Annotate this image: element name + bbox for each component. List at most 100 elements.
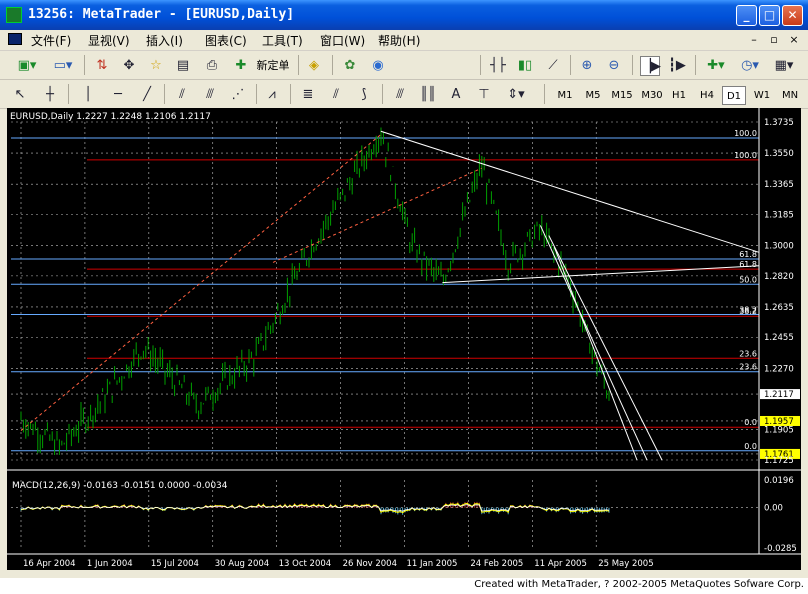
toolbar-separator xyxy=(480,55,481,75)
macd-tick-label: 0.0196 xyxy=(764,476,794,486)
periods-clock-icon[interactable]: ◷▾ xyxy=(736,56,764,76)
bar-chart-icon[interactable]: ┤├ xyxy=(488,56,508,76)
standard-toolbar: ▣▾ ▭▾ ⇅ ✥ ☆ ▤ ⎙ ✚ 新定单 ◈ ✿ ◉ ┤├ ▮▯ ⟋ ⊕ ⊖ … xyxy=(0,51,808,80)
horizontal-line-icon[interactable]: ─ xyxy=(108,85,128,105)
price-tick-label: 1.1905 xyxy=(764,426,794,436)
date-tick-label: 15 Jul 2004 xyxy=(151,559,199,569)
chart-shift-icon[interactable]: ┇▶ xyxy=(667,56,687,76)
new-order-icon[interactable]: ✚ xyxy=(231,56,251,76)
trendline-icon[interactable]: ╱ xyxy=(137,85,157,105)
fibo-retracement-icon[interactable]: ≣ xyxy=(298,85,318,105)
timeframe-w1[interactable]: W1 xyxy=(750,86,774,105)
macd-header: MACD(12,26,9) -0.0163 -0.0151 0.0000 -0.… xyxy=(12,481,228,491)
chart-header: EURUSD,Daily 1.2227 1.2248 1.2106 1.2117 xyxy=(10,112,211,122)
metatrader-app-icon[interactable] xyxy=(6,7,22,23)
menu-chart[interactable]: 图表(C) xyxy=(205,32,247,49)
menu-view[interactable]: 显视(V) xyxy=(88,32,130,49)
timeframe-h1[interactable]: H1 xyxy=(666,86,692,105)
toolbar-separator xyxy=(68,84,69,104)
minimize-button[interactable]: _ xyxy=(736,5,757,26)
andrews-pitchfork-icon[interactable]: ⫻ xyxy=(390,85,410,105)
menu-tools[interactable]: 工具(T) xyxy=(262,32,303,49)
trendline xyxy=(553,247,638,461)
date-tick-label: 30 Aug 2004 xyxy=(215,559,269,569)
menu-insert[interactable]: 插入(I) xyxy=(146,32,183,49)
date-tick-label: 11 Jan 2005 xyxy=(406,559,457,569)
toolbar-separator xyxy=(164,84,165,104)
new-order-button[interactable]: 新定单 xyxy=(253,56,293,76)
zoom-in-icon[interactable]: ⊕ xyxy=(577,56,597,76)
vertical-line-icon[interactable]: │ xyxy=(80,85,96,105)
toolbar-separator xyxy=(290,84,291,104)
arrows-icon[interactable]: ⇕▾ xyxy=(502,85,530,105)
channel-icon[interactable]: ⫽ xyxy=(172,85,192,105)
zoom-out-icon[interactable]: ⊖ xyxy=(604,56,624,76)
favorites-star-icon[interactable]: ☆ xyxy=(146,56,166,76)
navigator-crosshair-icon[interactable]: ✥ xyxy=(119,56,139,76)
price-tick-label: 1.2455 xyxy=(764,333,794,343)
date-tick-label: 16 Apr 2004 xyxy=(23,559,76,569)
price-chart[interactable]: 100.061.838.223.60.0100.061.850.038.223.… xyxy=(7,108,801,570)
timeframe-m5[interactable]: M5 xyxy=(580,86,606,105)
strategy-tester-icon[interactable]: ⎙ xyxy=(202,56,222,76)
market-watch-icon[interactable]: ⇅ xyxy=(92,56,112,76)
maximize-button[interactable]: □ xyxy=(759,5,780,26)
mdi-restore-button[interactable]: ▫ xyxy=(766,32,782,47)
status-bar: Created with MetaTrader, ? 2002-2005 Met… xyxy=(0,578,808,594)
line-studies-toolbar: ↖ ┼ │ ─ ╱ ⫽ ⫻ ⋰ ⩘ ≣ ⫽ ⟆ ⫻ ║║ A ⊤ ⇕▾ M1 M… xyxy=(0,80,808,109)
timeframe-m15[interactable]: M15 xyxy=(608,86,636,105)
date-tick-label: 11 Apr 2005 xyxy=(534,559,587,569)
terminal-icon[interactable]: ▤ xyxy=(173,56,193,76)
timeframe-m1[interactable]: M1 xyxy=(552,86,578,105)
menu-window[interactable]: 窗口(W) xyxy=(320,32,365,49)
text-tool-button[interactable]: A xyxy=(446,85,466,105)
price-tick-label: 1.3000 xyxy=(764,242,794,252)
price-tick-label: 1.3185 xyxy=(764,210,794,220)
mdi-minimize-button[interactable]: – xyxy=(746,32,762,47)
mdi-close-button[interactable]: × xyxy=(786,32,802,47)
fibo-level-label: 0.0 xyxy=(744,418,757,427)
line-chart-icon[interactable]: ⟋ xyxy=(543,56,563,76)
trendline xyxy=(539,225,648,461)
fibo-level-label: 38.2 xyxy=(739,306,757,315)
fibo-fan-icon[interactable]: ⫽ xyxy=(326,85,346,105)
candlestick-chart-icon[interactable]: ▮▯ xyxy=(515,56,535,76)
toolbar-separator xyxy=(84,55,85,75)
fibo-level-label: 23.6 xyxy=(739,349,757,358)
menu-help[interactable]: 帮助(H) xyxy=(378,32,420,49)
chart-window[interactable]: 100.0 61.8 38.2 23.6 0.0 100.0 61.8 50.0 38.2 23.… xyxy=(7,108,801,570)
crosshair-icon[interactable]: ┼ xyxy=(40,85,60,105)
std-deviation-channel-icon[interactable]: ⋰ xyxy=(228,85,248,105)
text-label-icon[interactable]: ⊤ xyxy=(474,85,494,105)
indicators-icon[interactable]: ✚▾ xyxy=(702,56,730,76)
price-tick-label: 1.3735 xyxy=(764,118,794,128)
equidistant-channel-icon[interactable]: ⫻ xyxy=(200,85,220,105)
cycle-lines-icon[interactable]: ║║ xyxy=(418,85,438,105)
fibo-level-label: 23.6 xyxy=(739,363,757,372)
help-icon[interactable]: ◉ xyxy=(368,56,388,76)
timeframe-m30[interactable]: M30 xyxy=(638,86,666,105)
title-bar[interactable]: 13256: MetaTrader - [EURUSD,Daily] _ □ ✕ xyxy=(0,0,808,30)
timeframe-h4[interactable]: H4 xyxy=(694,86,720,105)
toolbar-separator xyxy=(570,55,571,75)
fibo-level-label: 61.8 xyxy=(739,250,757,259)
trendline xyxy=(20,134,382,431)
menu-file[interactable]: 文件(F) xyxy=(31,32,71,49)
new-chart-icon[interactable]: ▣▾ xyxy=(12,56,42,76)
cursor-icon[interactable]: ↖ xyxy=(12,85,28,105)
options-icon[interactable]: ✿ xyxy=(340,56,360,76)
date-tick-label: 24 Feb 2005 xyxy=(470,559,523,569)
gann-fan-icon[interactable]: ⩘ xyxy=(262,85,282,105)
price-tick-label: 1.2820 xyxy=(764,272,794,282)
timeframe-mn[interactable]: MN xyxy=(777,86,803,105)
price-tick-label: 1.2117 xyxy=(764,390,794,400)
auto-scroll-icon[interactable]: ▕▶ xyxy=(640,56,661,76)
fibo-arcs-icon[interactable]: ⟆ xyxy=(354,85,374,105)
timeframe-d1[interactable]: D1 xyxy=(722,86,746,105)
profiles-icon[interactable]: ▭▾ xyxy=(48,56,78,76)
expert-advisors-icon[interactable]: ◈ xyxy=(304,56,324,76)
trendline xyxy=(380,130,760,253)
chart-window-icon[interactable] xyxy=(8,33,22,45)
close-button[interactable]: ✕ xyxy=(782,5,803,26)
templates-icon[interactable]: ▦▾ xyxy=(770,56,798,76)
